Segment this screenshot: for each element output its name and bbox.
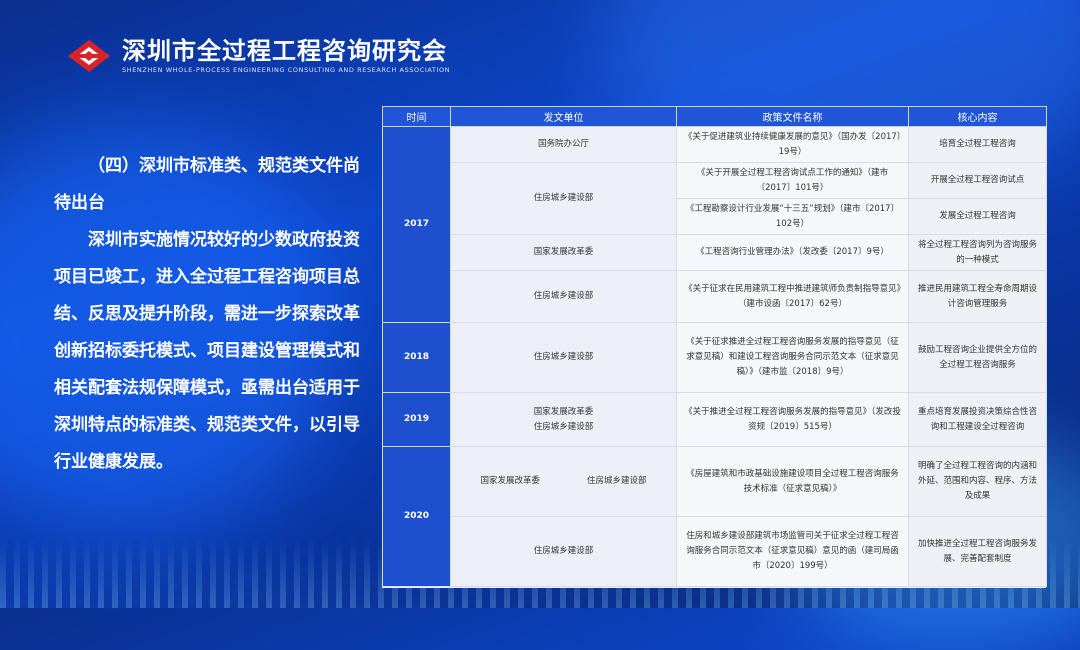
doc-cell: 《房屋建筑和市政基础设施建设项目全过程工程咨询服务技术标准（征求意见稿）》 xyxy=(676,446,909,517)
core-cell: 重点培育发展投资决策综合性咨询和工程建设全过程咨询 xyxy=(908,392,1047,447)
year-cell: 2019 xyxy=(382,392,451,447)
table-row: 2018 住房城乡建设部 《关于征求推进全过程工程咨询服务发展的指导意见（征求意… xyxy=(382,322,1047,393)
doc-cell: 《关于征求在民用建筑工程中推进建筑师负责制指导意见》（建市设函〔2017〕62号… xyxy=(676,270,909,323)
col-header-doc: 政策文件名称 xyxy=(676,106,909,127)
core-cell: 培育全过程工程咨询 xyxy=(908,126,1047,163)
section-body: 深圳市实施情况较好的少数政府投资项目已竣工，进入全过程工程咨询项目总结、反思及提… xyxy=(54,230,360,472)
org-title: 深圳市全过程工程咨询研究会 xyxy=(122,37,447,65)
col-header-core: 核心内容 xyxy=(908,106,1047,127)
unit-cell: 国家发展改革委 住房城乡建设部 xyxy=(450,392,677,447)
unit-cell: 国务院办公厅 xyxy=(450,126,677,163)
col-header-unit: 发文单位 xyxy=(450,106,677,127)
doc-cell: 住房和城乡建设部建筑市场监管司关于征求全过程工程咨询服务合同示范文本（征求意见稿… xyxy=(676,516,909,587)
core-cell: 鼓励工程咨询企业提供全方位的全过程工程咨询服务 xyxy=(908,322,1047,393)
doc-cell: 《关于促进建筑业持续健康发展的意见》（国办发〔2017〕19号） xyxy=(676,126,909,163)
table-row: 住房城乡建设部 《关于征求在民用建筑工程中推进建筑师负责制指导意见》（建市设函〔… xyxy=(383,270,1047,323)
section-heading: （四）深圳市标准类、规范类文件尚待出台 xyxy=(54,156,360,213)
unit-cell: 住房城乡建设部 xyxy=(450,322,677,393)
doc-cell: 《工程咨询行业管理办法》（发改委〔2017〕9号） xyxy=(676,234,909,271)
core-cell: 开展全过程工程咨询试点 xyxy=(908,162,1047,199)
association-logo-icon xyxy=(68,40,110,72)
table-row: 国家发展改革委 《工程咨询行业管理办法》（发改委〔2017〕9号） 将全过程工程… xyxy=(383,234,1047,271)
org-header: 深圳市全过程工程咨询研究会 SHENZHEN WHOLE-PROCESS ENG… xyxy=(66,38,450,74)
col-header-time: 时间 xyxy=(382,106,451,127)
doc-cell: 《工程勘察设计行业发展“十三五”规划》（建市〔2017〕102号） xyxy=(676,198,909,235)
year-cell: 2018 xyxy=(382,322,451,393)
policy-table: 时间 发文单位 政策文件名称 核心内容 2017 国务院办公厅 《关于促进建筑业… xyxy=(382,106,1047,588)
year-cell: 2017 xyxy=(382,126,451,323)
core-cell: 明确了全过程工程咨询的内涵和外延、范围和内容、程序、方法及成果 xyxy=(908,446,1047,517)
unit-cell: 住房城乡建设部 xyxy=(450,270,677,323)
table-row: 住房城乡建设部 住房和城乡建设部建筑市场监管司关于征求全过程工程咨询服务合同示范… xyxy=(383,516,1047,587)
year-cell: 2020 xyxy=(382,446,451,587)
org-subtitle: SHENZHEN WHOLE-PROCESS ENGINEERING CONSU… xyxy=(122,66,451,74)
unit-cell: 国家发展改革委 住房城乡建设部 xyxy=(450,446,677,517)
doc-cell: 《关于征求推进全过程工程咨询服务发展的指导意见（征求意见稿）和建设工程咨询服务合… xyxy=(676,322,909,393)
unit-line: 住房城乡建设部 xyxy=(533,421,594,432)
table-row: 住房城乡建设部 《关于开展全过程工程咨询试点工作的通知》（建市〔2017〕101… xyxy=(383,162,1047,235)
doc-cell: 《关于开展全过程工程咨询试点工作的通知》（建市〔2017〕101号） xyxy=(676,162,909,199)
summary-text: （四）深圳市标准类、规范类文件尚待出台 深圳市实施情况较好的少数政府投资项目已竣… xyxy=(54,148,369,481)
unit-cell: 住房城乡建设部 xyxy=(450,516,677,587)
table-header-row: 时间 发文单位 政策文件名称 核心内容 xyxy=(382,106,1047,127)
unit-cell: 国家发展改革委 xyxy=(450,234,677,271)
unit-line: 住房城乡建设部 xyxy=(586,476,647,486)
unit-line: 国家发展改革委 xyxy=(480,476,540,486)
unit-line: 国家发展改革委 xyxy=(533,406,594,417)
table-row: 2019 国家发展改革委 住房城乡建设部 《关于推进全过程工程咨询服务发展的指导… xyxy=(382,392,1047,447)
table-row: 2017 国务院办公厅 《关于促进建筑业持续健康发展的意见》（国办发〔2017〕… xyxy=(382,126,1047,323)
core-cell: 将全过程工程咨询列为咨询服务的一种模式 xyxy=(908,234,1047,271)
doc-cell: 《关于推进全过程工程咨询服务发展的指导意见》（发改投资规〔2019〕515号） xyxy=(676,392,909,447)
table-row: 2020 国家发展改革委 住房城乡建设部 《房屋建筑和市政基础设施建设项目全过程… xyxy=(382,446,1047,587)
core-cell: 推进民用建筑工程全寿命周期设计咨询管理服务 xyxy=(908,270,1047,323)
unit-cell: 住房城乡建设部 xyxy=(450,162,677,235)
core-cell: 发展全过程工程咨询 xyxy=(908,198,1047,235)
core-cell: 加快推进全过程工程咨询服务发展、完善配套制度 xyxy=(908,516,1047,587)
